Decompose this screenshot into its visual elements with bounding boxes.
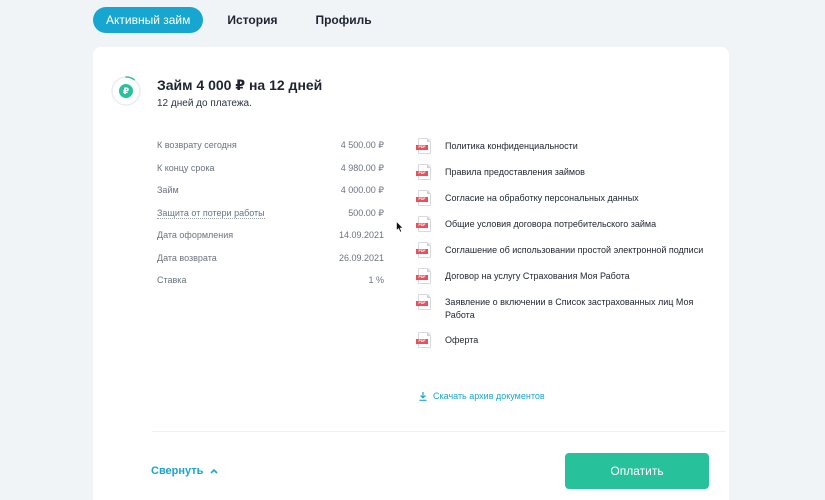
pdf-icon: PDF xyxy=(416,242,431,258)
collapse-label: Свернуть xyxy=(151,465,204,477)
download-icon xyxy=(419,391,427,401)
document-name: Общие условия договора потребительского … xyxy=(445,219,657,229)
detail-row-job-loss-protection: Защита от потери работы 500.00 ₽ xyxy=(157,207,384,230)
detail-row-rate: Ставка 1 % xyxy=(157,274,384,297)
document-name: Соглашение об использовании простой элек… xyxy=(445,245,704,255)
detail-row-return-date: Дата возврата 26.09.2021 xyxy=(157,252,384,275)
document-name: Политика конфиденциальности xyxy=(445,141,578,151)
tab-history[interactable]: История xyxy=(213,7,291,33)
tab-bar: Активный займ История Профиль xyxy=(93,7,396,33)
detail-label: Дата возврата xyxy=(157,252,217,263)
detail-row-return-today: К возврату сегодня 4 500.00 ₽ xyxy=(157,139,384,162)
detail-row-loan: Займ 4 000.00 ₽ xyxy=(157,184,384,207)
active-loan-card: ₽ Займ 4 000 ₽ на 12 дней 12 дней до пла… xyxy=(93,47,729,500)
document-link[interactable]: PDF Согласие на обработку персональных д… xyxy=(416,190,718,206)
detail-label: Ставка xyxy=(157,275,187,285)
pdf-icon: PDF xyxy=(416,216,431,232)
document-name: Согласие на обработку персональных данны… xyxy=(445,193,639,203)
detail-value: 26.09.2021 xyxy=(338,252,384,263)
collapse-button[interactable]: Свернуть xyxy=(151,465,219,477)
document-name: Оферта xyxy=(445,335,479,345)
detail-label: Займ xyxy=(157,185,179,195)
detail-value: 500.00 ₽ xyxy=(348,207,384,218)
detail-label: Дата оформления xyxy=(157,230,234,240)
detail-value: 4 980.00 ₽ xyxy=(340,162,384,173)
pdf-icon: PDF xyxy=(416,138,431,154)
job-loss-protection-tooltip-trigger[interactable]: Защита от потери работы xyxy=(157,207,265,219)
document-name: Правила предоставления займов xyxy=(445,167,585,177)
loan-progress-ring: ₽ xyxy=(111,76,141,106)
document-link[interactable]: PDF Заявление о включении в Список застр… xyxy=(416,294,718,322)
document-link[interactable]: PDF Соглашение об использовании простой … xyxy=(416,242,718,258)
detail-row-end-of-term: К концу срока 4 980.00 ₽ xyxy=(157,162,384,185)
detail-value: 4 000.00 ₽ xyxy=(340,185,384,195)
documents-list: PDF Политика конфиденциальности PDF Прав… xyxy=(416,138,718,358)
document-link[interactable]: PDF Правила предоставления займов xyxy=(416,164,718,180)
document-link[interactable]: PDF Оферта xyxy=(416,332,718,348)
pdf-icon: PDF xyxy=(416,268,431,284)
pdf-icon: PDF xyxy=(416,294,431,310)
tab-active-loan[interactable]: Активный займ xyxy=(93,7,204,33)
document-link[interactable]: PDF Договор на услугу Страхования Моя Ра… xyxy=(416,268,718,284)
detail-value: 4 500.00 ₽ xyxy=(340,140,384,150)
loan-subtitle: 12 дней до платежа. xyxy=(157,98,252,109)
divider xyxy=(152,431,726,432)
document-link[interactable]: PDF Общие условия договора потребительск… xyxy=(416,216,718,232)
pay-button[interactable]: Оплатить xyxy=(565,453,709,489)
download-archive-label: Скачать архив документов xyxy=(433,391,545,401)
tab-profile[interactable]: Профиль xyxy=(301,7,385,33)
download-archive-link[interactable]: Скачать архив документов xyxy=(419,391,545,401)
detail-value: 14.09.2021 xyxy=(338,230,384,240)
chevron-up-icon xyxy=(210,468,219,474)
document-link[interactable]: PDF Политика конфиденциальности xyxy=(416,138,718,154)
svg-text:₽: ₽ xyxy=(123,87,129,97)
loan-details: К возврату сегодня 4 500.00 ₽ К концу ср… xyxy=(157,139,384,297)
detail-row-issue-date: Дата оформления 14.09.2021 xyxy=(157,229,384,252)
mouse-cursor-icon xyxy=(396,221,404,233)
pdf-icon: PDF xyxy=(416,332,431,348)
pdf-icon: PDF xyxy=(416,164,431,180)
document-name: Заявление о включении в Список застрахов… xyxy=(445,297,694,320)
pdf-icon: PDF xyxy=(416,190,431,206)
document-name: Договор на услугу Страхования Моя Работа xyxy=(445,271,630,281)
detail-value: 1 % xyxy=(368,275,384,285)
loan-title: Займ 4 000 ₽ на 12 дней xyxy=(157,77,323,93)
ruble-icon: ₽ xyxy=(119,84,133,98)
detail-label: К возврату сегодня xyxy=(157,140,237,150)
detail-label: К концу срока xyxy=(157,162,215,173)
